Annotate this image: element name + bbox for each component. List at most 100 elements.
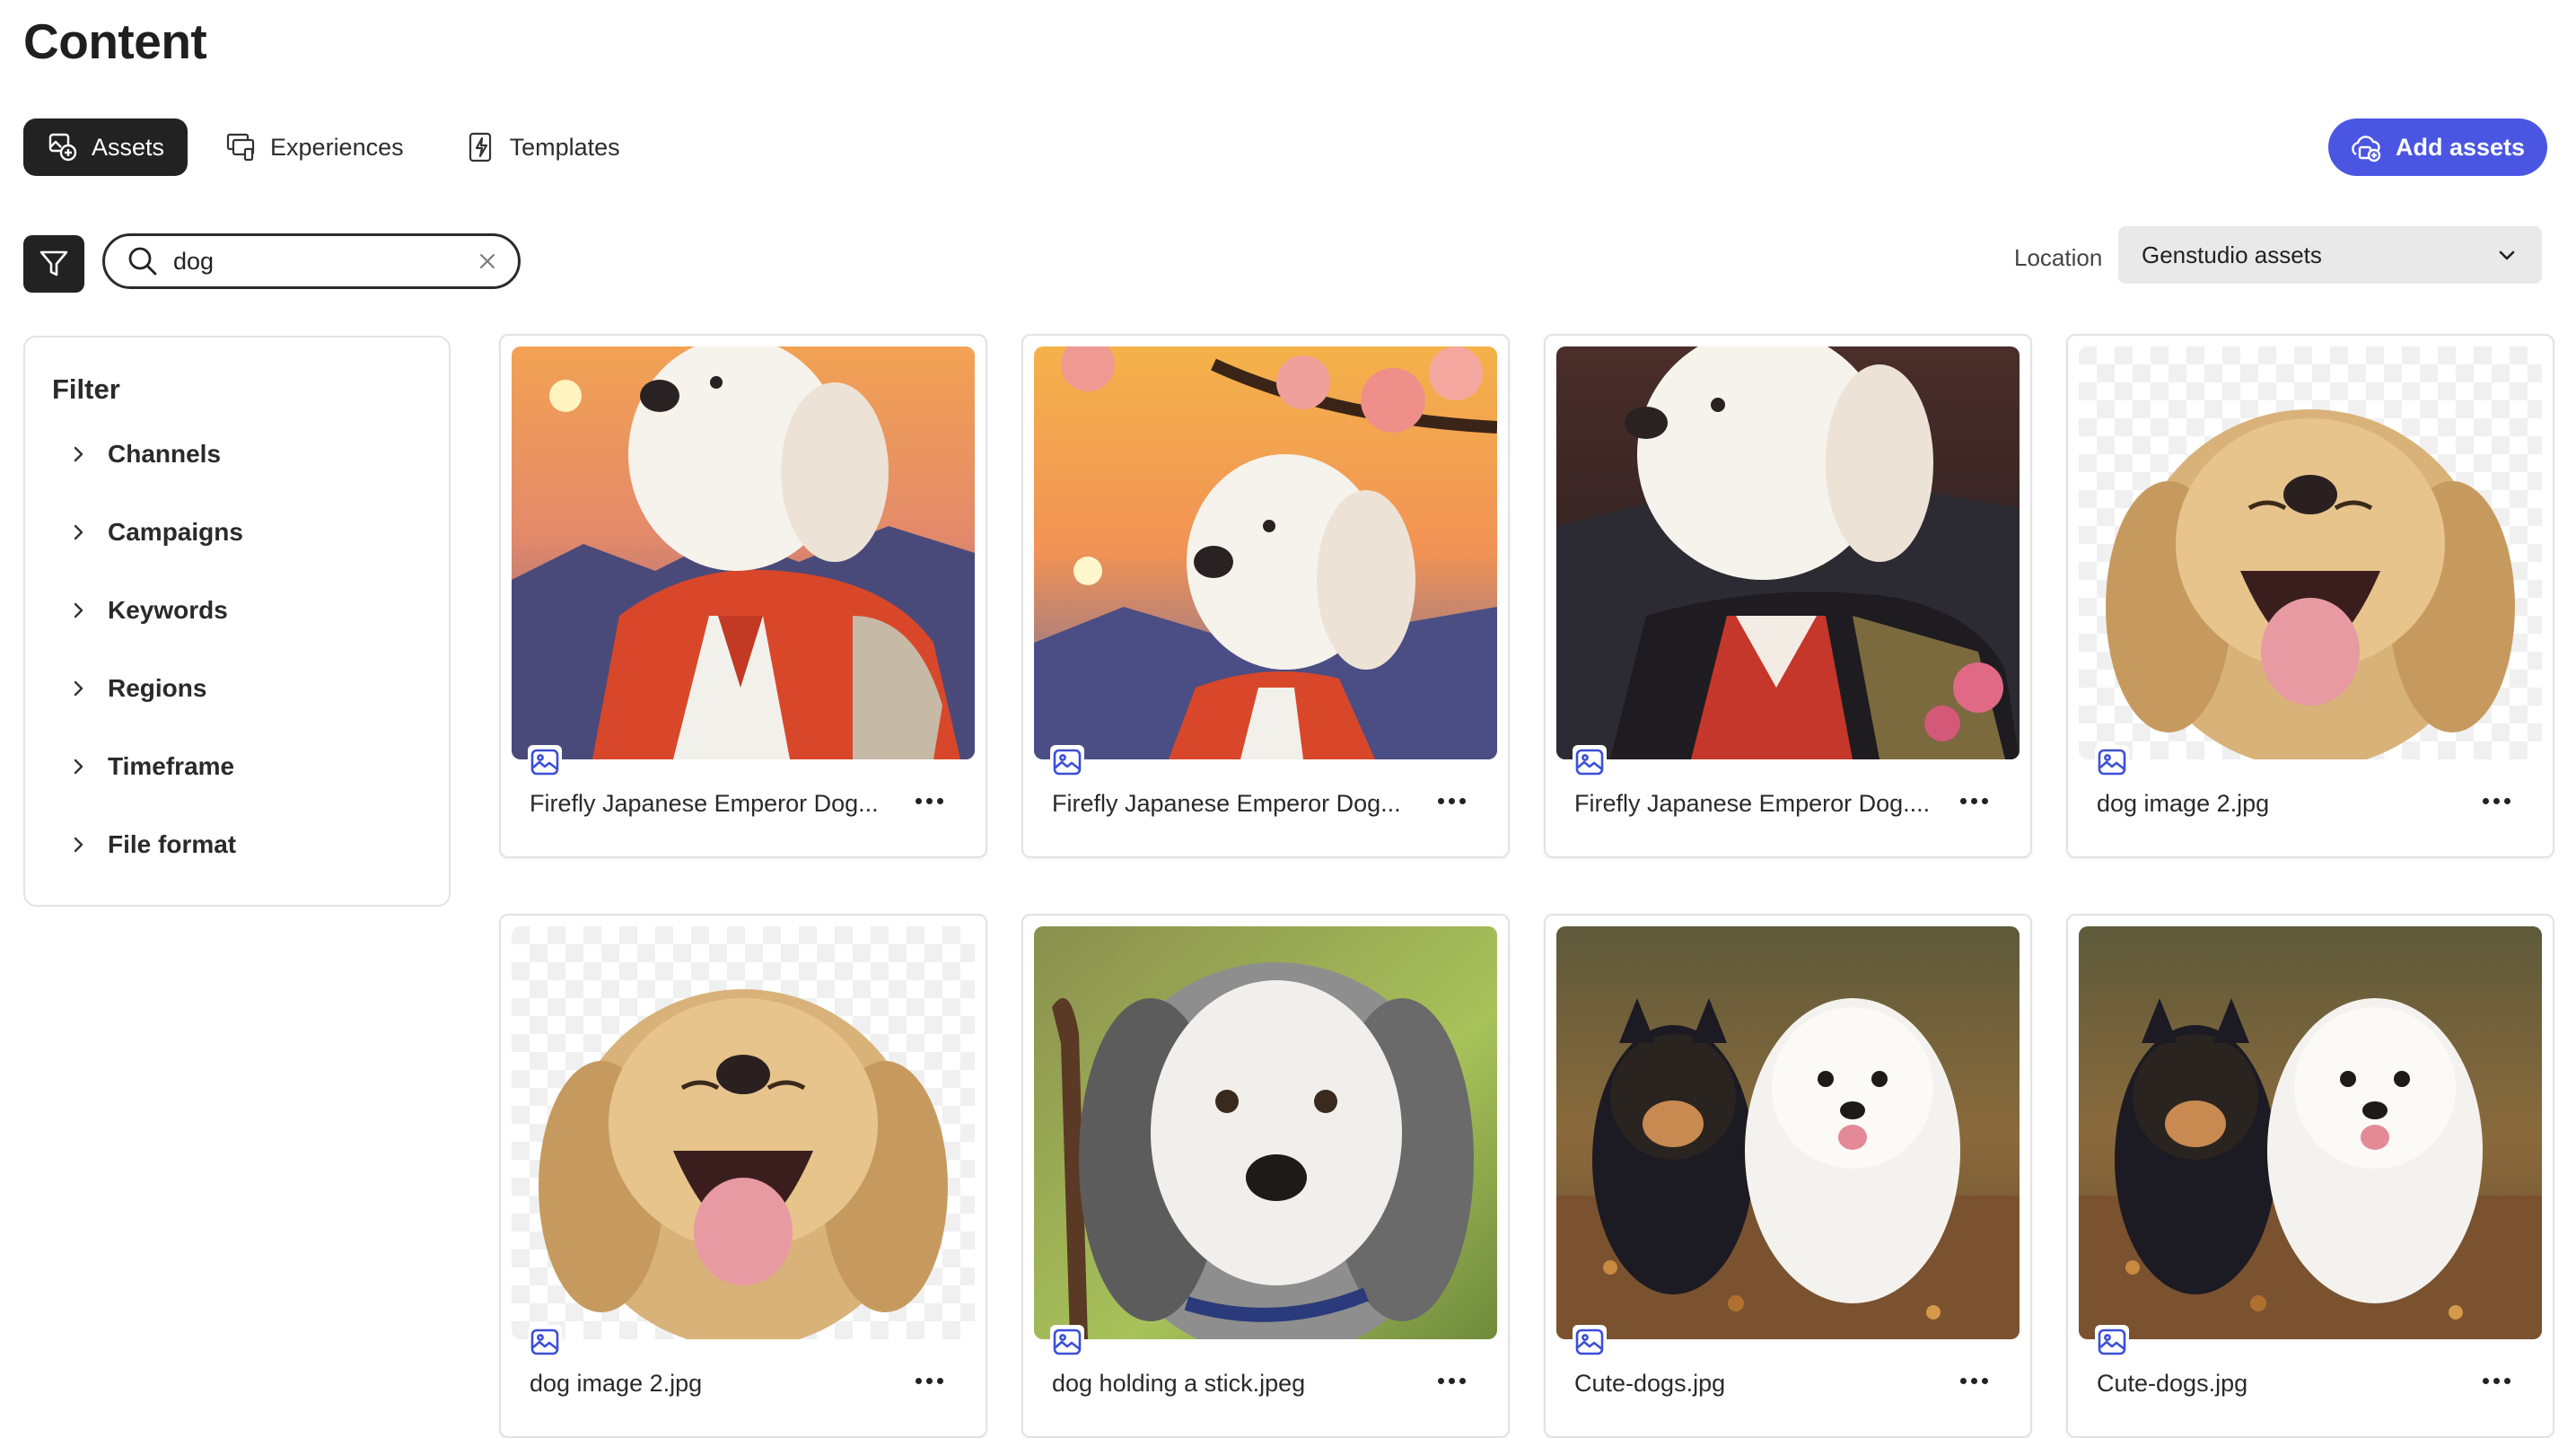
- image-type-badge: [2095, 1325, 2129, 1359]
- more-options-button[interactable]: [2474, 1364, 2519, 1397]
- more-options-button[interactable]: [1429, 785, 1474, 817]
- tab-templates[interactable]: Templates: [442, 118, 644, 176]
- chevron-right-icon: [74, 524, 83, 540]
- search-field[interactable]: [102, 233, 521, 289]
- filter-item-label: Channels: [108, 440, 222, 468]
- more-options-button[interactable]: [1429, 1364, 1474, 1397]
- image-icon: [530, 749, 559, 776]
- asset-name: Firefly Japanese Emperor Dog...: [1052, 790, 1401, 817]
- tab-templates-label: Templates: [509, 133, 620, 161]
- more-options-button[interactable]: [1951, 785, 1996, 817]
- filter-toggle-button[interactable]: [23, 235, 84, 293]
- dog-kimono-dark-image: [1556, 346, 2020, 759]
- assets-icon: [48, 133, 77, 162]
- experiences-icon: [226, 133, 255, 162]
- asset-thumbnail: [2079, 346, 2542, 759]
- filter-icon: [39, 250, 68, 276]
- filter-item-campaigns[interactable]: Campaigns: [68, 518, 243, 547]
- tab-assets[interactable]: Assets: [23, 118, 188, 176]
- filter-item-label: Regions: [108, 674, 207, 702]
- image-icon: [530, 1328, 559, 1355]
- chevron-right-icon: [74, 837, 83, 853]
- more-options-button[interactable]: [907, 1364, 951, 1397]
- filter-item-keywords[interactable]: Keywords: [68, 596, 228, 625]
- puppy-laughing-image: [512, 926, 975, 1339]
- filter-item-timeframe[interactable]: Timeframe: [68, 752, 234, 781]
- add-assets-label: Add assets: [2395, 133, 2526, 161]
- chevron-right-icon: [74, 446, 83, 462]
- add-assets-button[interactable]: Add assets: [2328, 118, 2547, 176]
- image-icon: [1053, 1328, 1082, 1355]
- asset-name: Firefly Japanese Emperor Dog....: [1574, 790, 1931, 817]
- asset-card[interactable]: Firefly Japanese Emperor Dog....: [1544, 334, 2032, 858]
- filter-item-label: Campaigns: [108, 518, 243, 546]
- image-type-badge: [1573, 745, 1607, 779]
- more-options-button[interactable]: [2474, 785, 2519, 817]
- more-options-button[interactable]: [1951, 1364, 1996, 1397]
- asset-card[interactable]: Firefly Japanese Emperor Dog...: [1021, 334, 1510, 858]
- filter-item-regions[interactable]: Regions: [68, 674, 206, 703]
- content-tabs: Assets Experiences Templates: [23, 118, 644, 176]
- asset-card[interactable]: dog image 2.jpg: [499, 914, 987, 1438]
- asset-name: Cute-dogs.jpg: [1574, 1370, 1726, 1397]
- filter-item-file-format[interactable]: File format: [68, 830, 236, 859]
- filter-item-label: File format: [108, 830, 237, 858]
- tab-experiences[interactable]: Experiences: [202, 118, 427, 176]
- page-title: Content: [23, 13, 207, 69]
- asset-name: dog image 2.jpg: [2097, 790, 2270, 817]
- search-icon: [128, 247, 157, 276]
- asset-thumbnail: [1556, 346, 2020, 759]
- filter-item-channels[interactable]: Channels: [68, 440, 221, 469]
- two-puppies-image: [2079, 926, 2542, 1339]
- location-select[interactable]: Genstudio assets: [2118, 226, 2542, 284]
- location-value: Genstudio assets: [2142, 241, 2322, 268]
- asset-thumbnail: [1556, 926, 2020, 1339]
- tab-experiences-label: Experiences: [270, 133, 404, 161]
- asset-name: dog holding a stick.jpeg: [1052, 1370, 1306, 1397]
- filter-item-label: Timeframe: [108, 752, 235, 780]
- image-icon: [1053, 749, 1082, 776]
- asset-thumbnail: [1034, 346, 1497, 759]
- asset-card[interactable]: Cute-dogs.jpg: [2066, 914, 2554, 1438]
- chevron-right-icon: [74, 602, 83, 618]
- image-type-badge: [1050, 1325, 1084, 1359]
- image-icon: [2098, 1328, 2126, 1355]
- asset-name: dog image 2.jpg: [530, 1370, 703, 1397]
- dog-with-stick-image: [1034, 926, 1497, 1339]
- image-type-badge: [528, 745, 562, 779]
- image-icon: [1575, 749, 1604, 776]
- two-puppies-image: [1556, 926, 2020, 1339]
- filter-item-label: Keywords: [108, 596, 228, 624]
- dog-kimono-blossom-image: [1034, 346, 1497, 759]
- asset-card[interactable]: dog image 2.jpg: [2066, 334, 2554, 858]
- asset-card[interactable]: Cute-dogs.jpg: [1544, 914, 2032, 1438]
- image-type-badge: [528, 1325, 562, 1359]
- chevron-down-icon: [2499, 250, 2515, 260]
- location-label: Location: [2014, 244, 2103, 271]
- puppy-laughing-image: [2079, 346, 2542, 759]
- image-type-badge: [1573, 1325, 1607, 1359]
- image-icon: [2098, 749, 2126, 776]
- search-input[interactable]: [171, 246, 471, 276]
- add-assets-icon: [2352, 136, 2381, 162]
- clear-search-icon[interactable]: [477, 250, 498, 272]
- asset-name: Cute-dogs.jpg: [2097, 1370, 2248, 1397]
- image-type-badge: [2095, 745, 2129, 779]
- chevron-right-icon: [74, 680, 83, 697]
- image-icon: [1575, 1328, 1604, 1355]
- asset-thumbnail: [512, 926, 975, 1339]
- asset-name: Firefly Japanese Emperor Dog...: [530, 790, 879, 817]
- asset-thumbnail: [512, 346, 975, 759]
- filter-panel: Filter Channels Campaigns Keywords Regio…: [23, 336, 451, 907]
- templates-icon: [469, 132, 491, 162]
- asset-card[interactable]: Firefly Japanese Emperor Dog...: [499, 334, 987, 858]
- dog-kimono-sunset-image: [512, 346, 975, 759]
- chevron-right-icon: [74, 758, 83, 775]
- image-type-badge: [1050, 745, 1084, 779]
- tab-assets-label: Assets: [92, 133, 165, 161]
- filter-title: Filter: [52, 373, 120, 405]
- asset-thumbnail: [2079, 926, 2542, 1339]
- asset-card[interactable]: dog holding a stick.jpeg: [1021, 914, 1510, 1438]
- asset-thumbnail: [1034, 926, 1497, 1339]
- more-options-button[interactable]: [907, 785, 951, 817]
